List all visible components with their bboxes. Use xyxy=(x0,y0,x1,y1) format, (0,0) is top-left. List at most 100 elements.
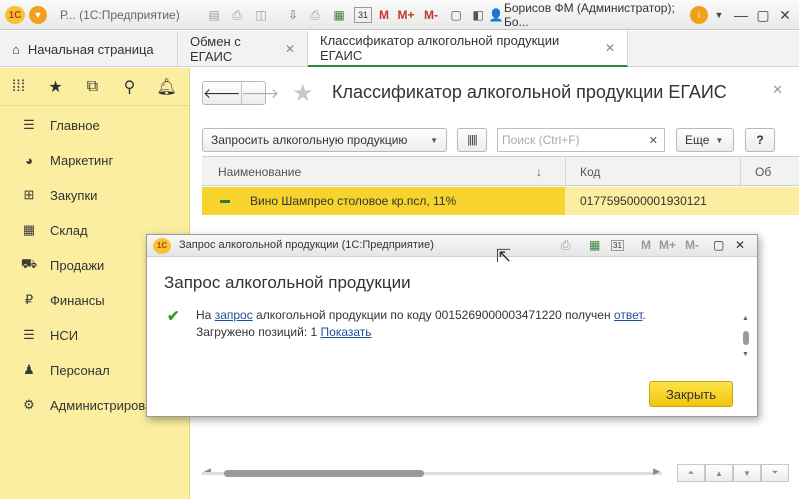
chevron-down-icon: ▼ xyxy=(715,135,724,145)
save-icon[interactable]: ▤ xyxy=(205,5,223,25)
download-icon[interactable]: ⇩ xyxy=(284,5,302,25)
printer-icon[interactable]: ⎙ xyxy=(306,5,324,25)
horizontal-scrollbar[interactable]: ◀ ▶ xyxy=(202,466,662,480)
help-button[interactable]: ? xyxy=(745,128,775,152)
sidebar-toolbar: ⁞⁞⁞ ★ ⧉ ⚲ 🔔︎ xyxy=(0,68,189,106)
scroll-down-icon[interactable]: ▼ xyxy=(742,351,749,358)
info-icon[interactable]: i xyxy=(690,5,708,25)
request-link[interactable]: запрос xyxy=(215,308,253,322)
more-button[interactable]: Еще ▼ xyxy=(676,128,734,152)
form-close-icon[interactable]: ✕ xyxy=(772,82,783,98)
back-arrow-icon[interactable]: 🡐 xyxy=(203,82,242,104)
memory-mminus-button[interactable]: M- xyxy=(420,5,442,25)
cart-icon: ⊞ xyxy=(23,187,35,202)
warehouse-icon: ▦ xyxy=(22,222,36,237)
sidebar-item-marketing[interactable]: ◕ Маркетинг xyxy=(0,148,190,172)
memory-m-button[interactable]: M xyxy=(376,5,392,25)
grid-menu-icon[interactable]: ⁞⁞⁞ xyxy=(0,78,37,96)
scrollbar-thumb[interactable] xyxy=(743,331,749,345)
tab-egais-exchange[interactable]: Обмен с ЕГАИС ✕ xyxy=(178,31,308,67)
favorite-star-icon[interactable]: ★ xyxy=(292,79,314,108)
dialog-heading: Запрос алкогольной продукции xyxy=(164,273,411,292)
success-check-icon: ✔ xyxy=(167,308,180,325)
table-row[interactable]: ▬ Вино Шампрео столовое кр.псл, 11% 0177… xyxy=(202,187,799,215)
column-header-extra[interactable]: Об xyxy=(755,165,771,179)
window-titlebar: 1С ▼ Р... (1С:Предприятие) ▤ ⎙ ◫ ⇩ ⎙ ▦ 3… xyxy=(0,0,799,30)
close-icon[interactable]: ✕ xyxy=(735,238,745,252)
dialog-titlebar[interactable]: 1С Запрос алкогольной продукции (1С:Пред… xyxy=(147,235,757,257)
tab-close-icon[interactable]: ✕ xyxy=(605,41,615,55)
clear-search-icon[interactable]: ✕ xyxy=(649,134,658,147)
print-icon[interactable]: ⎙ xyxy=(561,238,571,253)
close-icon[interactable]: ✕ xyxy=(776,5,794,25)
memory-mminus-button[interactable]: M- xyxy=(685,238,699,252)
first-row-icon[interactable]: ⏶ xyxy=(677,464,705,482)
tab-egais-classifier[interactable]: Классификатор алкогольной продукции ЕГАИ… xyxy=(308,31,628,67)
row-code-cell: 0177595000001930121 xyxy=(580,194,707,208)
forward-arrow-icon[interactable]: 🡒 xyxy=(242,82,280,104)
open-tabs-bar: ⌂ Начальная страница Обмен с ЕГАИС ✕ Кла… xyxy=(0,31,799,67)
sidebar-item-main[interactable]: ☰ Главное xyxy=(0,113,190,137)
barcode-button[interactable]: ||||| xyxy=(457,128,487,152)
favorites-star-icon[interactable]: ★ xyxy=(37,77,74,97)
calculator-icon[interactable]: ▦ xyxy=(330,5,348,25)
notifications-bell-icon[interactable]: 🔔︎ xyxy=(148,77,185,97)
tab-home[interactable]: ⌂ Начальная страница xyxy=(0,31,178,67)
preview-icon[interactable]: ◫ xyxy=(252,5,270,25)
request-result-dialog: 1С Запрос алкогольной продукции (1С:Пред… xyxy=(146,234,758,417)
scroll-right-icon[interactable]: ▶ xyxy=(653,466,660,477)
window-mode-icon[interactable]: ▢ xyxy=(448,5,464,25)
loaded-positions-message: Загружено позиций: 1 Показать xyxy=(196,325,372,339)
search-input[interactable]: Поиск (Ctrl+F) ✕ xyxy=(497,128,665,152)
sidebar-item-label: Маркетинг xyxy=(50,152,114,168)
calendar-icon[interactable]: 31 xyxy=(611,240,624,251)
sort-arrow-icon: ↓ xyxy=(536,165,542,179)
dialog-scrollbar[interactable]: ▲ ▼ xyxy=(742,305,749,365)
close-button[interactable]: Закрыть xyxy=(649,381,733,407)
maximize-icon[interactable]: ▢ xyxy=(713,238,724,252)
memory-m-button[interactable]: M xyxy=(641,238,651,252)
menu-icon: ☰ xyxy=(23,117,35,132)
minimize-icon[interactable]: — xyxy=(732,5,750,25)
column-header-name[interactable]: Наименование xyxy=(218,165,301,179)
tab-close-icon[interactable]: ✕ xyxy=(285,42,295,56)
prev-row-icon[interactable]: ▲ xyxy=(705,464,733,482)
nav-buttons: 🡐 🡒 xyxy=(202,81,279,105)
response-link[interactable]: ответ xyxy=(614,308,643,322)
print-icon[interactable]: ⎙ xyxy=(228,5,246,25)
dialog-window-title: Запрос алкогольной продукции (1С:Предпри… xyxy=(179,239,434,251)
scrollbar-thumb[interactable] xyxy=(224,470,424,477)
sidebar-item-label: Главное xyxy=(50,117,100,133)
memory-mplus-button[interactable]: M+ xyxy=(659,238,676,252)
page-title: Классификатор алкогольной продукции ЕГАИ… xyxy=(332,82,727,102)
table-header: Наименование ↓ Код Об xyxy=(202,156,799,186)
chevron-down-icon: ▼ xyxy=(430,135,438,145)
sidebar-item-label: Персонал xyxy=(50,362,110,378)
panel-icon[interactable]: ◧ xyxy=(470,5,486,25)
tab-egais-classifier-label: Классификатор алкогольной продукции ЕГАИ… xyxy=(320,33,560,63)
sidebar-item-label: Продажи xyxy=(50,257,105,273)
msg-suffix: . xyxy=(642,308,646,322)
1c-logo-icon[interactable]: 1С xyxy=(4,5,26,25)
mouse-cursor-icon: ⇱ xyxy=(496,246,512,266)
memory-mplus-button[interactable]: M+ xyxy=(394,5,418,25)
home-icon: ⌂ xyxy=(12,41,20,57)
sidebar-item-purchases[interactable]: ⊞ Закупки xyxy=(0,183,190,207)
request-products-button[interactable]: Запросить алкогольную продукцию ▼ xyxy=(202,128,447,152)
maximize-icon[interactable]: ▢ xyxy=(754,5,772,25)
scroll-up-icon[interactable]: ▲ xyxy=(742,315,749,322)
main-menu-icon[interactable]: ▼ xyxy=(28,5,48,25)
search-icon[interactable]: ⚲ xyxy=(111,77,148,97)
user-name: Борисов ФМ (Администратор); Бо... xyxy=(504,1,675,29)
loaded-prefix: Загружено позиций: 1 xyxy=(196,325,321,339)
history-icon[interactable]: ⧉ xyxy=(74,78,111,96)
calculator-icon[interactable]: ▦ xyxy=(589,238,600,252)
sidebar-item-label: Склад xyxy=(50,222,88,238)
calendar-icon[interactable]: 31 xyxy=(354,7,372,23)
sidebar-item-label: НСИ xyxy=(50,327,79,343)
show-link[interactable]: Показать xyxy=(321,325,372,339)
next-row-icon[interactable]: ▼ xyxy=(733,464,761,482)
column-header-code[interactable]: Код xyxy=(580,165,600,179)
info-dropdown-icon[interactable]: ▼ xyxy=(712,5,726,25)
last-row-icon[interactable]: ⏷ xyxy=(761,464,789,482)
